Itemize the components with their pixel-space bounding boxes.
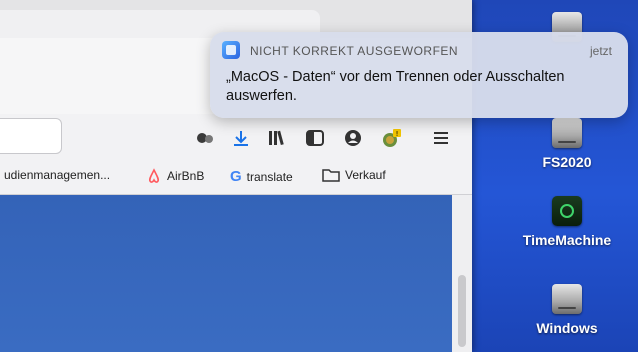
desktop-icon-timemachine[interactable]: TimeMachine [512, 196, 622, 248]
notification-time: jetzt [589, 44, 612, 58]
address-bar[interactable] [0, 118, 62, 154]
desktop-icon-label: TimeMachine [522, 232, 612, 248]
finder-icon [222, 41, 240, 59]
scrollbar[interactable] [452, 195, 472, 352]
desktop-icon-fs2020[interactable]: FS2020 [512, 118, 622, 170]
sidebar-icon[interactable] [304, 127, 326, 149]
extensions-icon[interactable] [194, 127, 216, 149]
download-icon[interactable] [230, 127, 252, 149]
account-icon[interactable] [342, 127, 364, 149]
bookmark-folder-verkauf[interactable]: Verkauf [322, 168, 386, 182]
folder-icon [322, 169, 340, 182]
notification-title: NICHT KORREKT AUSGEWORFEN [250, 44, 459, 58]
bookmark-airbnb[interactable]: AirBnB [146, 168, 204, 184]
desktop-icon-windows[interactable]: Windows [512, 284, 622, 336]
bookmark-folder-studienmanagement[interactable]: udienmanagemen... [4, 168, 110, 182]
library-icon[interactable] [266, 127, 288, 149]
hard-disk-icon [552, 284, 582, 314]
bookmarks-bar: udienmanagemen... AirBnB G translate Ver… [0, 160, 472, 195]
airbnb-icon [148, 168, 160, 183]
desktop-icon-label: Windows [536, 320, 598, 336]
page-content [0, 195, 472, 352]
extension-alert-icon[interactable]: ! [380, 127, 402, 149]
bookmark-translate[interactable]: G translate [230, 168, 293, 185]
notification-body: „MacOS - Daten“ vor dem Trennen oder Aus… [226, 69, 565, 104]
time-machine-disk-icon [552, 196, 582, 226]
menu-icon[interactable] [430, 127, 452, 149]
hard-disk-icon [552, 118, 582, 148]
google-icon: G [230, 168, 242, 185]
browser-toolbar: ! [0, 114, 472, 160]
scrollbar-thumb[interactable] [458, 275, 466, 347]
svg-text:!: ! [396, 130, 399, 138]
desktop-icon-label: FS2020 [542, 154, 592, 170]
notification-banner[interactable]: NICHT KORREKT AUSGEWORFEN jetzt „MacOS -… [210, 32, 628, 118]
